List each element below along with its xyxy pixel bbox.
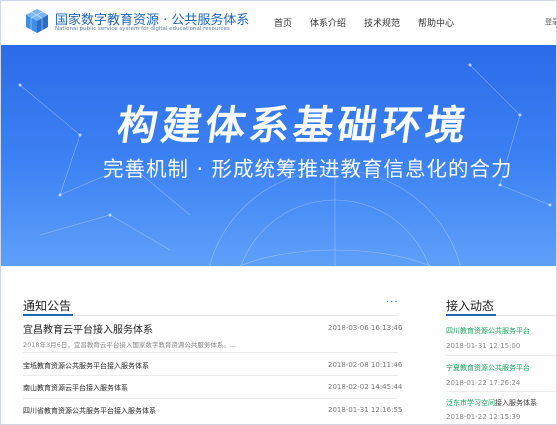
notice-item-summary: 2018年3月6日，宜昌教育云平台接入国家数字教育资源公共服务体系。...: [23, 341, 237, 349]
access-item-link[interactable]: 四川教育资源公共服务平台: [446, 326, 530, 336]
brand-subtitle: National public service system for digit…: [55, 26, 230, 32]
notice-divider: [23, 375, 398, 376]
banner-title: 构建体系基础环境: [114, 103, 473, 149]
banner-subtitle: 完善机制 · 形成统筹推进教育信息化的合力: [103, 157, 513, 181]
access-item-date: 2018-01-22 17:26:24: [446, 379, 521, 387]
access-item-suffix: 接入服务体系: [495, 399, 537, 407]
notice-item-date: 2018-01-31 12:16:55: [328, 406, 403, 414]
access-item-link[interactable]: 宁夏教育资源公共服务平台: [446, 363, 530, 373]
hero-banner: 构建体系基础环境 完善机制 · 形成统筹推进教育信息化的合力: [0, 45, 557, 266]
access-item-name: 泛东市学习空间: [446, 399, 495, 407]
notice-item-title[interactable]: 宜昌教育云平台接入服务体系: [23, 321, 153, 336]
nav-home[interactable]: 首页: [274, 16, 292, 29]
notice-item-date: 2018-02-08 10:11:46: [328, 361, 403, 369]
notices-heading: 通知公告: [23, 299, 72, 313]
notice-item-title[interactable]: 四川省教育资源公共服务平台接入服务体系: [23, 406, 156, 416]
access-divider: [446, 391, 557, 392]
notice-divider: [23, 398, 398, 399]
nav-login-cut[interactable]: 登录: [545, 17, 557, 27]
nav-system-intro[interactable]: 体系介绍: [310, 16, 346, 29]
access-heading: 接入动态: [446, 299, 495, 313]
notices-divider: [23, 315, 398, 316]
access-item-date: 2018-01-22 12:15:39: [446, 413, 521, 421]
notice-item-title[interactable]: 南山教育资源云平台接入服务体系: [23, 383, 128, 393]
notice-divider: [23, 352, 398, 353]
access-heading-underline: [446, 314, 496, 316]
notice-item-date: 2018-03-06 16:13:46: [328, 324, 403, 332]
access-item-link[interactable]: 泛东市学习空间接入服务体系: [446, 398, 537, 408]
notices-heading-underline: [23, 314, 73, 316]
access-divider: [446, 355, 557, 356]
nav-tech-spec[interactable]: 技术规范: [364, 16, 400, 29]
more-notices-button[interactable]: ···: [386, 297, 399, 308]
top-header: 国家数字教育资源 · 公共服务体系 National public servic…: [0, 0, 557, 45]
access-item-date: 2018-01-31 12:15:00: [446, 342, 521, 350]
notice-item-date: 2018-02-02 14:45:44: [328, 383, 403, 391]
notice-item-title[interactable]: 宝坻教育资源公共服务平台接入服务体系: [23, 361, 149, 371]
nav-help-center[interactable]: 帮助中心: [418, 16, 454, 29]
hex-cube-logo-icon: [26, 9, 48, 33]
